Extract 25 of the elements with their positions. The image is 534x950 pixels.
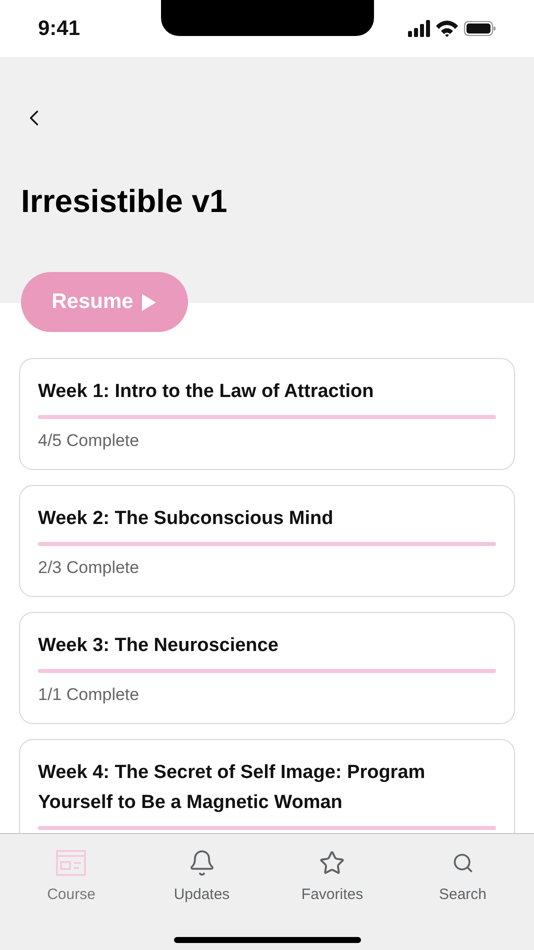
week-title: Week 4: The Secret of Self Image: Program Yourself to Be a Magnetic Woman [38,761,426,815]
week-title: Week 2: The Subconscious Mind [38,507,334,531]
status-time: 9:41 [38,16,80,42]
tab-bar-item[interactable]: Updates [146,848,257,906]
bell-icon [188,849,216,877]
week-title: Week 3: The Neuroscience [38,634,280,658]
signal-icon [408,20,430,37]
star-icon [319,850,346,876]
tab-bar-item[interactable]: Search [408,848,518,906]
tab-bar-item[interactable]: Favorites [277,848,388,906]
search-icon [452,852,474,874]
progress-text: 4/5 Complete [38,430,140,452]
wifi-icon [436,20,458,37]
week-card[interactable]: Week 1: Intro to the Law of Attraction 4/5 Complete [19,358,515,470]
progress-text: 1/1 Complete [38,684,140,706]
battery-icon [464,21,496,36]
week-card[interactable]: Week 4: The Secret of Self Image: Program Yourself to Be a Magnetic Woman [19,739,515,833]
week-title: Week 1: Intro to the Law of Attraction [38,380,375,404]
course-title: Irresistible v1 [20,182,228,221]
play-icon [141,292,158,312]
progress-text: 2/3 Complete [38,557,140,579]
week-card[interactable]: Week 2: The Subconscious Mind 2/3 Complete [19,485,515,597]
week-card[interactable]: Week 3: The Neuroscience 1/1 Complete [19,612,515,724]
course-icon [56,850,86,876]
tab-bar-item[interactable]: Course [16,848,126,906]
